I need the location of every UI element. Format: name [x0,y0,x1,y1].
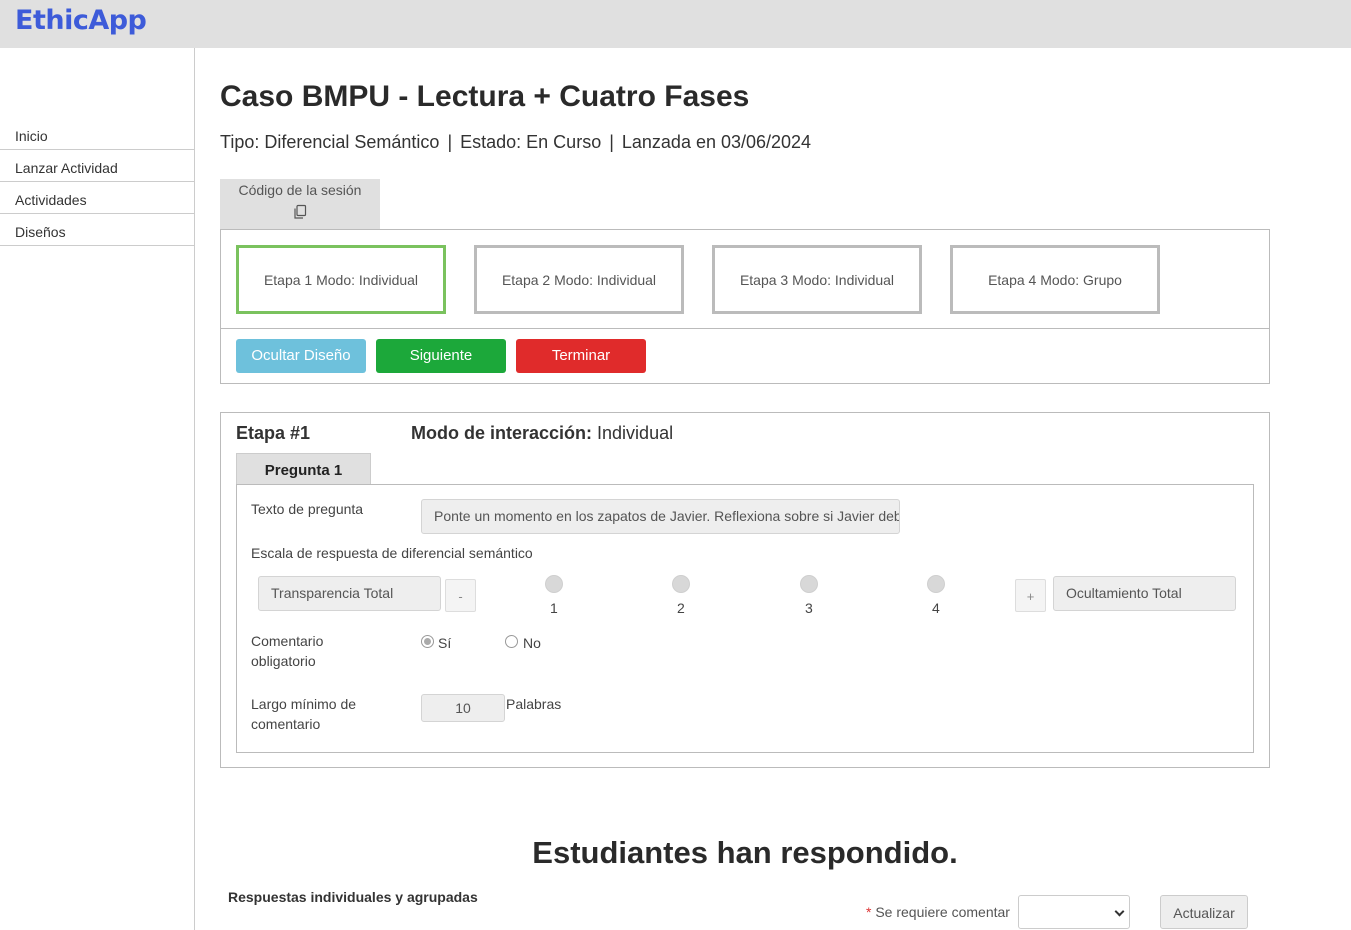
comment-required-label: Comentario obligatorio [251,633,324,669]
question-text-label: Texto de pregunta [251,501,364,517]
sidebar-item-inicio[interactable]: Inicio [0,118,194,150]
require-comment-text: Se requiere comentar [875,904,1010,920]
comment-no-label: No [523,635,541,651]
remove-point-button[interactable]: - [445,579,476,612]
scale-point-1[interactable] [545,575,563,593]
tab-pregunta-1[interactable]: Pregunta 1 [236,453,371,485]
responses-heading: Estudiantes han respondido. [532,835,958,870]
meta-separator: | [447,132,453,152]
add-point-button[interactable]: + [1015,579,1046,612]
responses-subheading: Respuestas individuales y agrupadas [228,889,478,905]
activity-status: Estado: En Curso [460,132,602,152]
sidebar-item-actividades[interactable]: Actividades [0,182,194,214]
interaction-mode-label: Modo de interacción: [411,423,593,443]
require-comment-select[interactable] [1018,895,1130,929]
question-panel: Texto de pregunta Ponte un momento en lo… [236,484,1254,753]
stage-1-card[interactable]: Etapa 1 Modo: Individual [236,245,446,314]
interaction-mode: Modo de interacción: Individual [411,423,673,444]
app-logo[interactable]: EthicApp [15,5,147,36]
sidebar-item-lanzar-actividad[interactable]: Lanzar Actividad [0,150,194,182]
meta-separator: | [609,132,614,152]
hide-design-button[interactable]: Ocultar Diseño [236,339,366,373]
divider [221,328,1269,329]
update-button[interactable]: Actualizar [1160,895,1248,929]
stage-detail-panel: Etapa #1 Modo de interacción: Individual… [220,412,1270,768]
chevron-down-icon [1114,906,1125,917]
page-title: Caso BMPU - Lectura + Cuatro Fases [220,80,750,113]
stage-2-card[interactable]: Etapa 2 Modo: Individual [474,245,684,314]
scale-label: Escala de respuesta de diferencial semán… [251,545,533,561]
session-code-label: Código de la sesión [238,182,362,198]
activity-launch-date: Lanzada en 03/06/2024 [621,132,812,152]
scale-point-4[interactable] [927,575,945,593]
next-button[interactable]: Siguiente [376,339,506,373]
sidebar-item-disenos[interactable]: Diseños [0,214,194,246]
session-code-tab[interactable]: Código de la sesión [220,179,380,230]
stage-3-card[interactable]: Etapa 3 Modo: Individual [712,245,922,314]
scale-point-label: 2 [677,600,685,616]
comment-yes-radio[interactable] [421,635,434,648]
scale-point-3[interactable] [800,575,818,593]
stages-panel: Etapa 1 Modo: Individual Etapa 2 Modo: I… [220,229,1270,384]
scale-point-label: 3 [805,600,813,616]
top-bar: EthicApp [0,0,1351,48]
sidebar: Inicio Lanzar Actividad Actividades Dise… [0,48,195,930]
activity-meta: Tipo: Diferencial Semántico | Estado: En C… [220,132,811,153]
copy-icon[interactable] [292,204,308,220]
left-pole-field[interactable]: Transparencia Total [258,576,441,611]
comment-no-radio[interactable] [505,635,518,648]
interaction-mode-value: Individual [597,423,674,443]
require-comment-filter-label: * Se requiere comentar [866,904,1010,920]
min-length-field[interactable]: 10 [421,694,505,722]
finish-button[interactable]: Terminar [516,339,646,373]
scale-point-2[interactable] [672,575,690,593]
min-length-unit: Palabras [506,696,562,712]
scale-point-label: 1 [550,600,558,616]
stage-number: Etapa #1 [236,423,311,443]
right-pole-field[interactable]: Ocultamiento Total [1053,576,1236,611]
comment-yes-label: Sí [438,635,452,651]
question-text-field[interactable]: Ponte un momento en los zapatos de Javie… [421,499,900,534]
required-star: * [866,904,872,920]
min-length-label: Largo mínimo de comentario [251,696,357,732]
activity-type: Tipo: Diferencial Semántico [220,132,440,152]
scale-point-label: 4 [932,600,940,616]
stage-4-card[interactable]: Etapa 4 Modo: Grupo [950,245,1160,314]
